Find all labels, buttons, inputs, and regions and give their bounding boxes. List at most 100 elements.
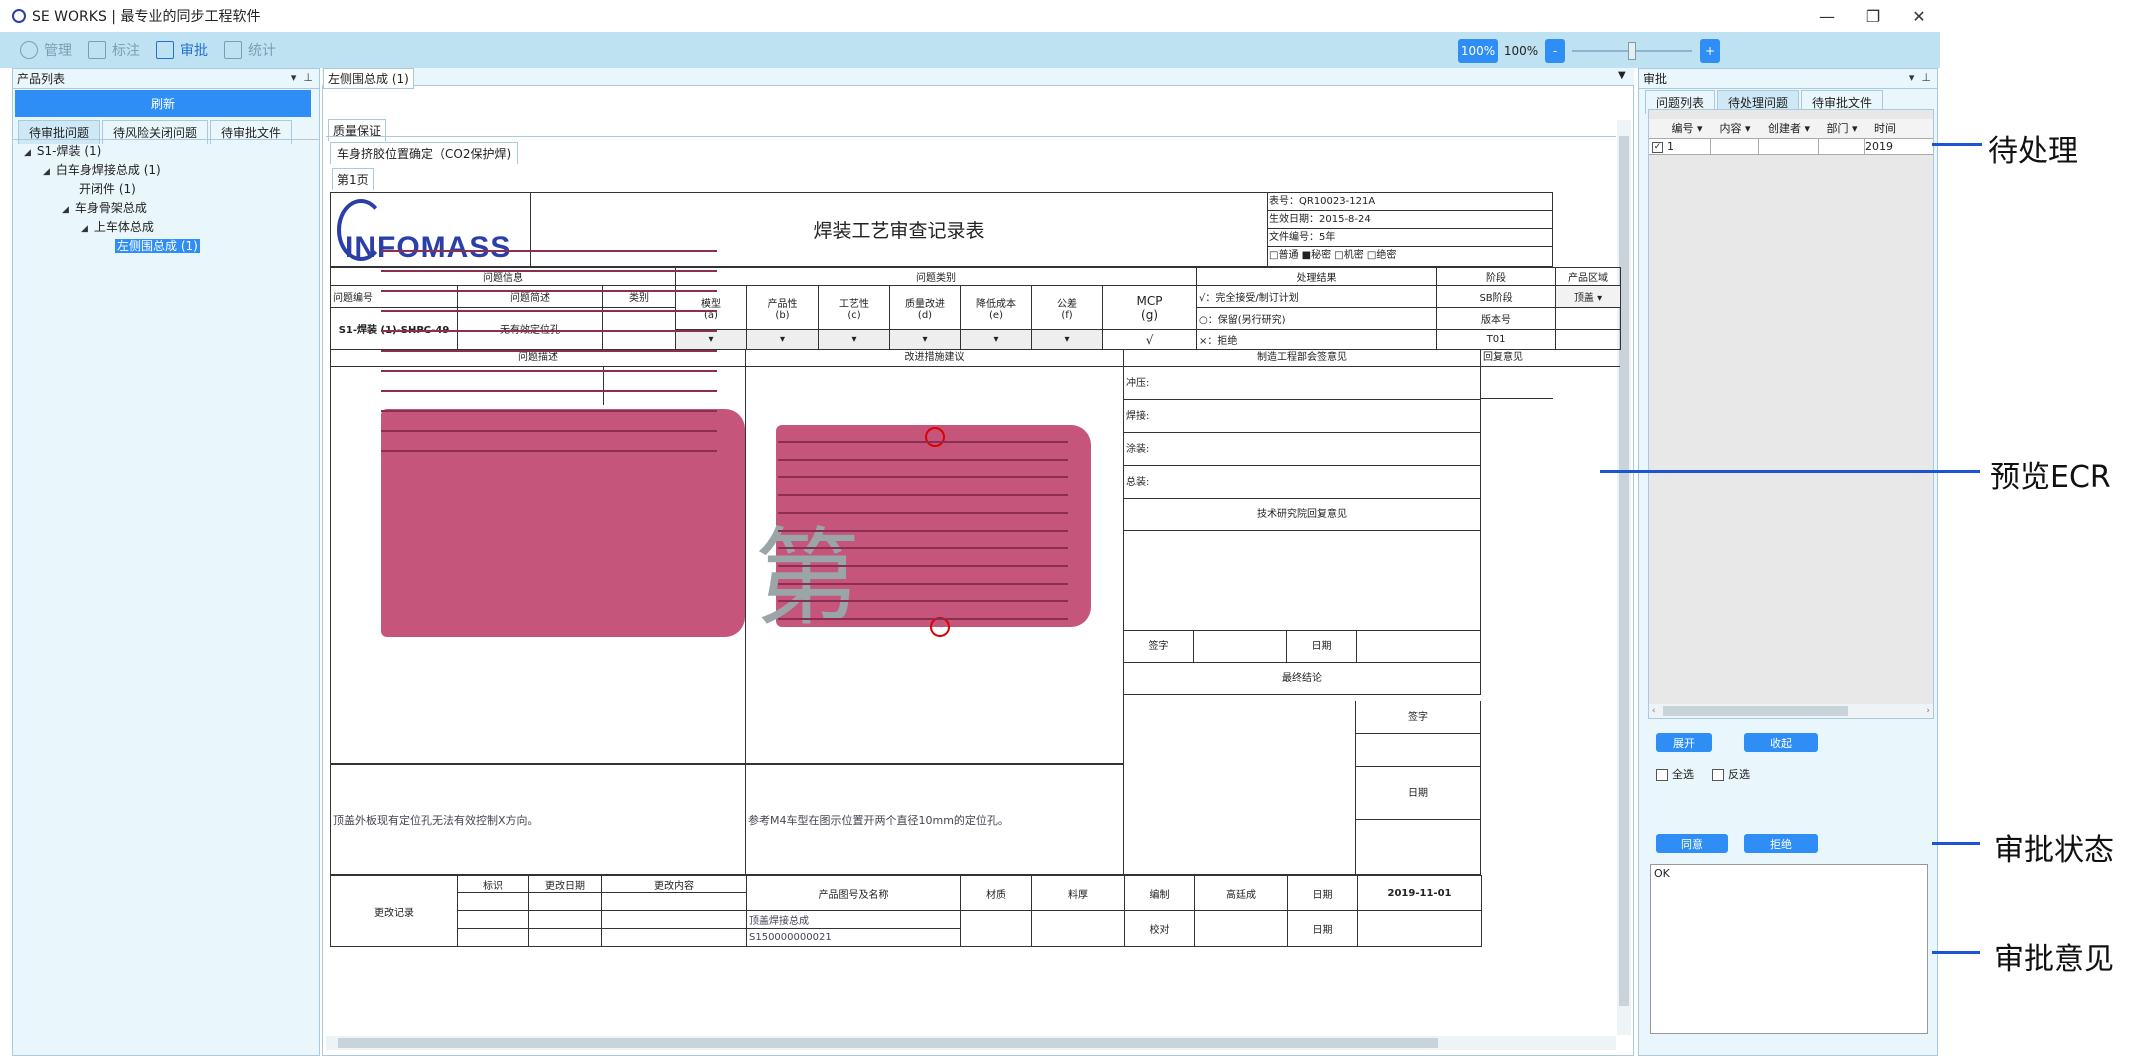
col-content[interactable]: 内容 ▾: [1711, 119, 1759, 138]
expand-button[interactable]: 展开: [1656, 733, 1712, 752]
col-creator[interactable]: 创建者 ▾: [1759, 119, 1819, 138]
col-dept[interactable]: 部门 ▾: [1819, 119, 1865, 138]
minimize-button[interactable]: —: [1804, 0, 1850, 32]
callout-line: [1600, 470, 1980, 473]
area-select[interactable]: 顶盖 ▾: [1555, 285, 1622, 308]
panel-rib: [778, 565, 1068, 567]
panel-rib: [778, 547, 1068, 549]
tab-risk-close[interactable]: 待风险关闭问题: [102, 120, 209, 144]
tab-left-panel[interactable]: 左侧围总成 (1): [323, 68, 414, 89]
advice-text: 参考M4车型在图示位置开两个直径10mm的定位孔。: [746, 765, 1124, 875]
callout-line: [1932, 842, 1980, 845]
col-time[interactable]: 时间: [1865, 119, 1905, 138]
toolbar-annotate-label: 标注: [112, 43, 140, 59]
panel-rib: [381, 410, 717, 412]
panel-rib: [381, 330, 717, 332]
panel-rib: [778, 583, 1068, 585]
panel-rib: [381, 290, 717, 292]
tab-pending-issues[interactable]: 待审批问题: [18, 120, 101, 144]
panel-rib: [381, 390, 717, 392]
panel-header: 产品列表 ▾ ⊥: [13, 69, 319, 89]
panel-stripes: [778, 432, 1088, 627]
select-all-checkbox[interactable]: 全选: [1656, 766, 1694, 782]
ecr-form: INFOMASS 焊装工艺审查记录表 表号：QR10023-121A 生效日期：…: [330, 192, 1622, 963]
toolbar-annotate-button[interactable]: 标注: [88, 40, 140, 60]
callout-approval-opinion: 审批意见: [1994, 942, 2114, 977]
tree-node[interactable]: 开闭件 (1): [79, 180, 136, 199]
panel-rib: [381, 370, 717, 372]
chart-icon: [224, 41, 242, 59]
edit-icon: [88, 41, 106, 59]
zoom-in-button[interactable]: +: [1700, 39, 1720, 63]
reply-header: 回复意见: [1481, 349, 1553, 367]
maximize-button[interactable]: ❐: [1850, 0, 1896, 32]
doc-tabbar: [322, 68, 1634, 86]
pending-grid: 编号 ▾ 内容 ▾ 创建者 ▾ 部门 ▾ 时间 ✓ 1 2019 ‹ ›: [1648, 109, 1934, 719]
refresh-button[interactable]: 刷新: [15, 90, 311, 117]
zoom-slider-thumb[interactable]: [1628, 42, 1636, 60]
toolbar-manage-button[interactable]: 管理: [20, 40, 72, 60]
approve-icon: [156, 41, 174, 59]
toolbar-manage-label: 管理: [44, 43, 72, 59]
callout-pending: 待处理: [1988, 134, 2078, 169]
issue-desc-text: 顶盖外板现有定位孔无法有效控制X方向。: [330, 765, 746, 875]
reject-button[interactable]: 拒绝: [1744, 834, 1818, 853]
approve-button[interactable]: 同意: [1656, 834, 1728, 853]
pin-icon[interactable]: ▾ ⊥: [1909, 71, 1931, 84]
panel-rib: [778, 476, 1068, 478]
zoom-out-button[interactable]: -: [1545, 39, 1565, 63]
left-tabs: 待审批问题 待风险关闭问题 待审批文件: [18, 120, 294, 144]
zoom-value: 100%: [1503, 44, 1539, 58]
approval-panel-title: 审批: [1643, 72, 1668, 86]
callout-line: [1932, 951, 1980, 954]
panel-rib: [381, 270, 717, 272]
callout-line: [1932, 143, 1982, 146]
row-checkbox[interactable]: ✓: [1652, 141, 1663, 153]
pending-row[interactable]: ✓ 1 2019: [1649, 139, 1933, 155]
panel-rib: [778, 441, 1068, 443]
horizontal-scrollbar[interactable]: [326, 1036, 1616, 1050]
panel-rib: [381, 350, 717, 352]
col-no[interactable]: 编号 ▾: [1663, 119, 1711, 138]
tree-node[interactable]: ◢ 车身骨架总成: [62, 199, 147, 220]
title-bar: SE WORKS | 最专业的同步工程软件: [0, 0, 1940, 32]
toolbar-approve-label: 审批: [180, 43, 208, 59]
callout-approval-status: 审批状态: [1994, 833, 2114, 868]
tree-node[interactable]: ◢ 上车体总成: [81, 218, 154, 239]
tab-quality[interactable]: 质量保证: [328, 119, 387, 141]
user-icon: [20, 41, 38, 59]
close-button[interactable]: ✕: [1896, 0, 1942, 32]
app-logo-icon: [12, 9, 26, 23]
tree-node-selected[interactable]: 左侧围总成 (1): [115, 237, 200, 256]
window-title: SE WORKS | 最专业的同步工程软件: [32, 9, 261, 25]
panel-title: 产品列表: [17, 72, 66, 86]
tab-page-1[interactable]: 第1页: [332, 168, 374, 190]
final-sign-block: 签字 日期: [1356, 701, 1481, 875]
panel-rib: [381, 450, 717, 452]
approval-panel-header: 审批 ▾ ⊥: [1639, 69, 1937, 89]
advice-header: 改进措施建议: [746, 349, 1124, 367]
tab-pending-files[interactable]: 待审批文件: [210, 120, 293, 144]
footer-table: 更改记录 标识 更改日期 更改内容 产品图号及名称 材质 料厚 编制 高廷成 日…: [330, 875, 1554, 947]
doc-menu-icon[interactable]: ▼: [1618, 70, 1626, 81]
collapse-button[interactable]: 收起: [1744, 733, 1818, 752]
approval-opinion-input[interactable]: OK: [1650, 864, 1928, 1034]
tree-node[interactable]: ◢ 白车身焊接总成 (1): [43, 161, 161, 182]
panel-rib: [778, 530, 1068, 532]
toolbar-stats-button[interactable]: 统计: [224, 40, 276, 60]
pin-icon[interactable]: ▾ ⊥: [291, 71, 313, 84]
invert-selection-checkbox[interactable]: 反选: [1712, 766, 1750, 782]
panel-rib: [778, 512, 1068, 514]
panel-rib: [381, 310, 717, 312]
zoom-fit-button[interactable]: 100%: [1458, 39, 1498, 63]
callout-preview-ecr: 预览ECR: [1990, 460, 2111, 495]
tree-node[interactable]: ◢ S1-焊装 (1): [24, 142, 101, 163]
product-tree: ◢ S1-焊装 (1) ◢ 白车身焊接总成 (1) 开闭件 (1) ◢ 车身骨架总成 …: [12, 142, 320, 282]
toolbar-approve-button[interactable]: 审批: [156, 40, 208, 60]
form-meta: 表号：QR10023-121A 生效日期：2015-8-24 文件编号：5年 □…: [1267, 192, 1553, 267]
panel-stripes: [381, 240, 741, 460]
panel-rib: [778, 459, 1068, 461]
panel-rib: [381, 250, 717, 252]
panel-rib: [381, 430, 717, 432]
tab-weld-position[interactable]: 车身挤胶位置确定（CO2保护焊): [330, 142, 519, 164]
